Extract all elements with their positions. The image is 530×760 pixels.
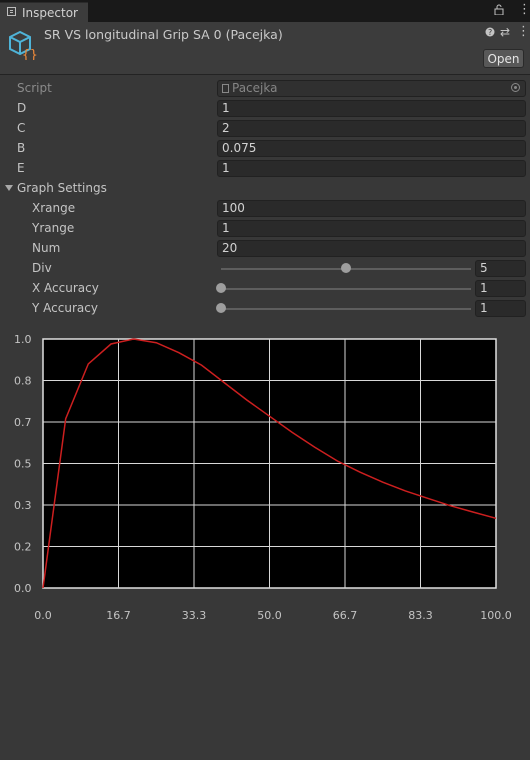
- yrange-label: Yrange: [32, 221, 75, 235]
- help-icon[interactable]: ?: [485, 27, 495, 40]
- c-row: C 2: [0, 119, 530, 139]
- y-tick-label: 0.0: [14, 582, 32, 595]
- y-accuracy-row: Y Accuracy 1: [0, 299, 530, 319]
- y-tick-label: 0.8: [14, 375, 32, 388]
- pacejka-graph: 0.0 16.7 33.3 50.0 66.7 83.3 100.0 0.0 0.2 0.3 0.5…: [14, 333, 512, 622]
- y-accuracy-slider-track[interactable]: [221, 308, 471, 310]
- context-menu-icon[interactable]: ⋮: [517, 24, 530, 39]
- y-tick-label: 0.2: [14, 541, 32, 554]
- x-tick-label: 100.0: [480, 609, 512, 622]
- x-tick-label: 0.0: [34, 609, 52, 622]
- x-accuracy-row: X Accuracy 1: [0, 279, 530, 299]
- lock-icon[interactable]: [494, 4, 504, 18]
- y-accuracy-field[interactable]: 1: [475, 300, 526, 317]
- x-tick-label: 50.0: [257, 609, 282, 622]
- script-label: Script: [17, 81, 52, 95]
- d-field[interactable]: 1: [217, 100, 526, 117]
- div-slider-thumb[interactable]: [341, 263, 351, 273]
- xrange-row: Xrange 100: [0, 199, 530, 219]
- script-value: Pacejka: [232, 81, 278, 95]
- num-row: Num 20: [0, 239, 530, 259]
- y-tick-label: 0.3: [14, 499, 32, 512]
- x-accuracy-field[interactable]: 1: [475, 280, 526, 297]
- d-row: D 1: [0, 99, 530, 119]
- c-field[interactable]: 2: [217, 120, 526, 137]
- x-accuracy-slider-thumb[interactable]: [216, 283, 226, 293]
- yrange-row: Yrange 1: [0, 219, 530, 239]
- div-row: Div 5: [0, 259, 530, 279]
- object-picker-icon[interactable]: [511, 83, 520, 92]
- script-file-icon: [222, 84, 229, 93]
- open-button[interactable]: Open: [483, 49, 524, 68]
- xrange-field[interactable]: 100: [217, 200, 526, 217]
- x-tick-label: 16.7: [106, 609, 131, 622]
- e-row: E 1: [0, 159, 530, 179]
- y-tick-label: 0.7: [14, 416, 32, 429]
- y-accuracy-label: Y Accuracy: [32, 301, 98, 315]
- x-tick-label: 83.3: [408, 609, 433, 622]
- svg-text:{}: {}: [22, 48, 38, 60]
- asset-title: SR VS longitudinal Grip SA 0 (Pacejka): [44, 27, 283, 42]
- e-field[interactable]: 1: [217, 160, 526, 177]
- xrange-label: Xrange: [32, 201, 76, 215]
- c-label: C: [17, 121, 26, 135]
- b-field[interactable]: 0.075: [217, 140, 526, 157]
- y-tick-label: 0.5: [14, 458, 32, 471]
- tab-bar: Inspector ⋮: [0, 0, 530, 22]
- div-label: Div: [32, 261, 52, 275]
- num-label: Num: [32, 241, 61, 255]
- graph-settings-label: Graph Settings: [17, 181, 107, 195]
- x-tick-label: 33.3: [182, 609, 207, 622]
- script-row: Script Pacejka: [0, 79, 530, 99]
- scriptable-object-icon: {}: [9, 30, 38, 60]
- tab-menu-icon[interactable]: ⋮: [518, 2, 530, 17]
- graph-settings-foldout[interactable]: Graph Settings: [0, 179, 530, 199]
- div-field[interactable]: 5: [475, 260, 526, 277]
- yrange-field[interactable]: 1: [217, 220, 526, 237]
- b-row: B 0.075: [0, 139, 530, 159]
- tab-label: Inspector: [22, 6, 78, 20]
- y-accuracy-slider-thumb[interactable]: [216, 303, 226, 313]
- inspector-tab-icon: [7, 7, 16, 16]
- e-label: E: [17, 161, 25, 175]
- script-field[interactable]: Pacejka: [217, 80, 526, 97]
- inspector-header: {} SR VS longitudinal Grip SA 0 (Pacejka…: [0, 22, 530, 75]
- svg-text:?: ?: [488, 28, 492, 37]
- x-accuracy-label: X Accuracy: [32, 281, 99, 295]
- y-tick-label: 1.0: [14, 333, 32, 346]
- x-accuracy-slider-track[interactable]: [221, 288, 471, 290]
- num-field[interactable]: 20: [217, 240, 526, 257]
- x-tick-label: 66.7: [333, 609, 358, 622]
- b-label: B: [17, 141, 26, 155]
- foldout-arrow-icon[interactable]: [5, 185, 13, 191]
- d-label: D: [17, 101, 27, 115]
- tab-inspector[interactable]: Inspector: [0, 2, 88, 22]
- presets-icon[interactable]: ⇄: [500, 25, 510, 39]
